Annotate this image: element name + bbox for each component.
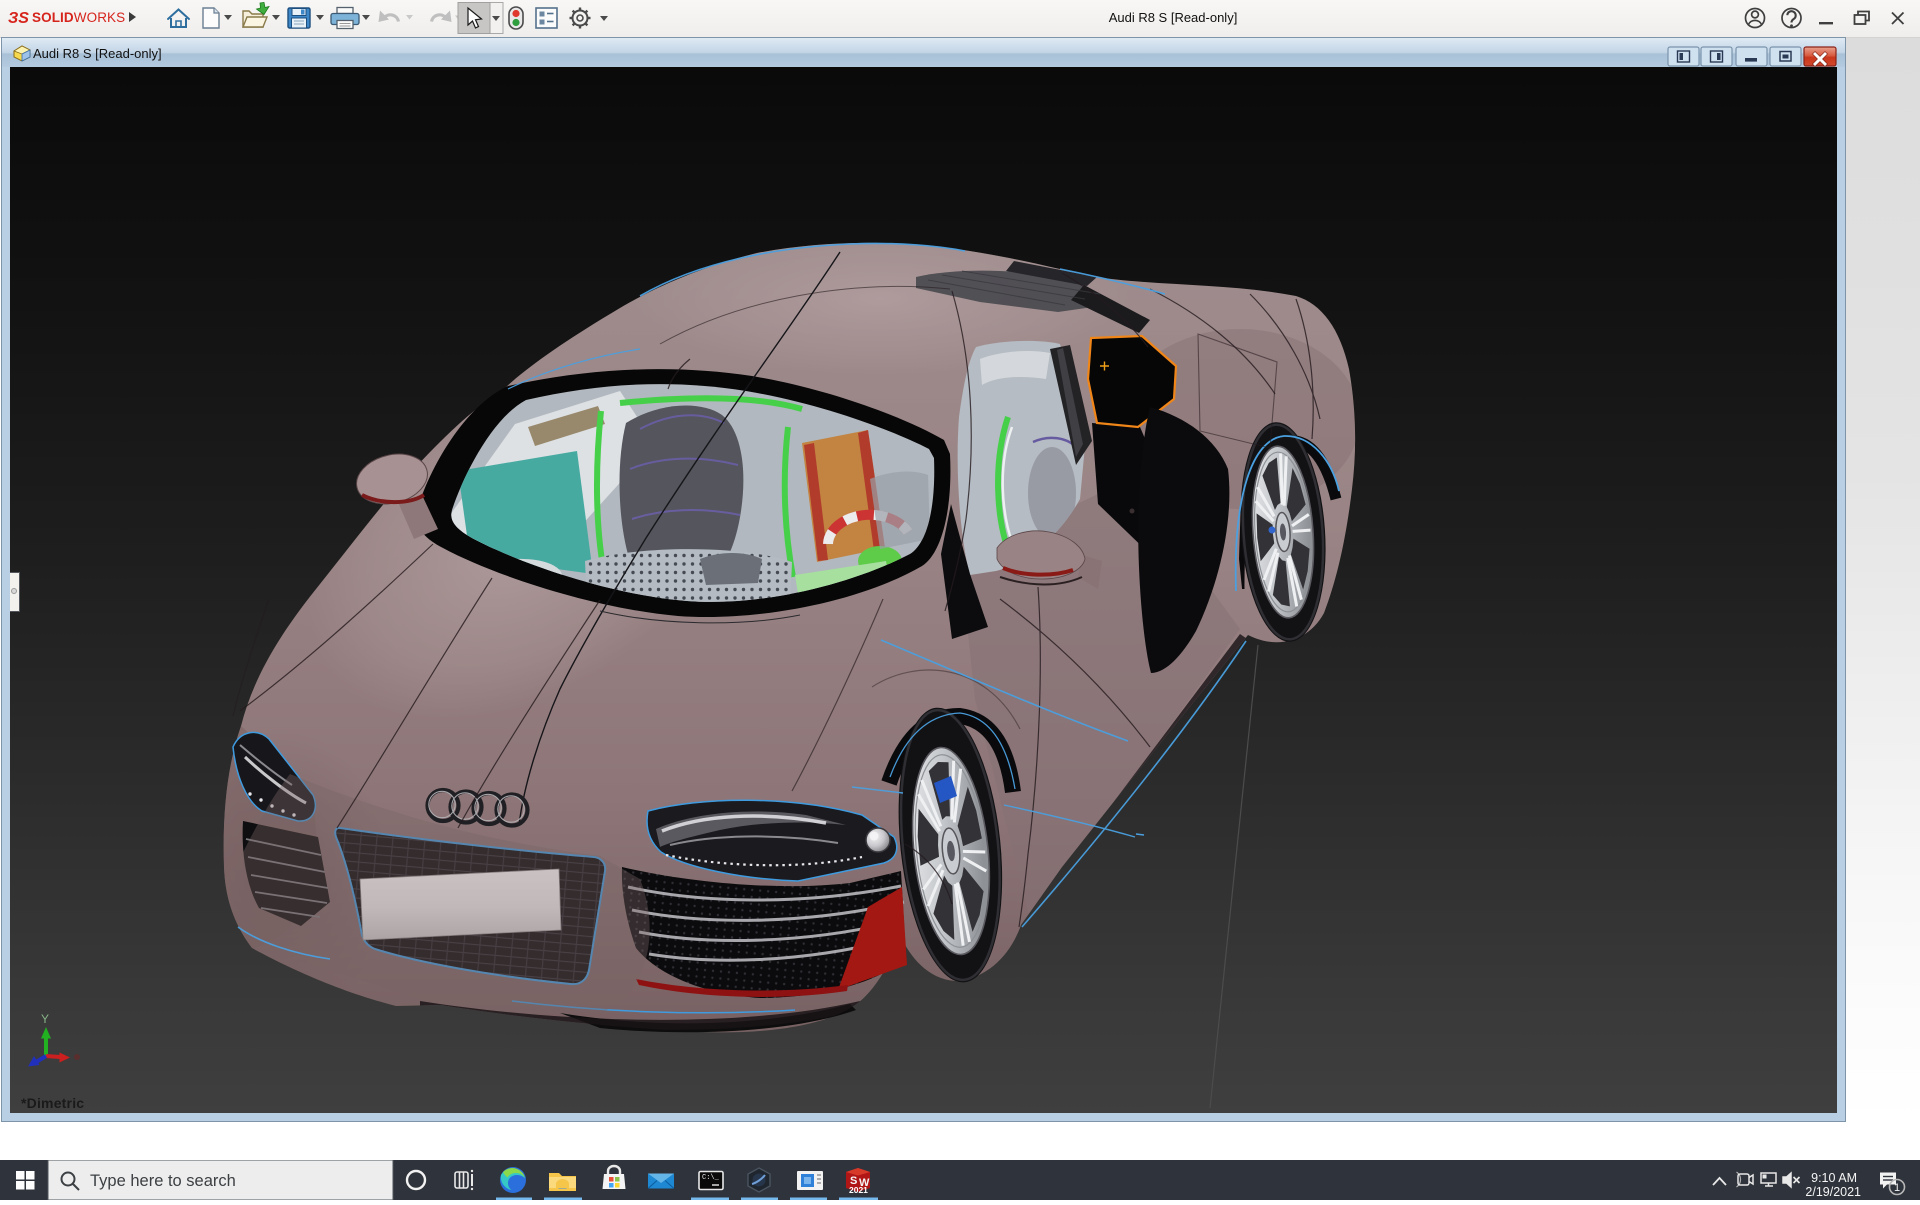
svg-text:Type here to search: Type here to search bbox=[90, 1172, 236, 1190]
svg-text:9:10 AM: 9:10 AM bbox=[1811, 1171, 1857, 1185]
svg-text:Audi R8 S [Read-only]: Audi R8 S [Read-only] bbox=[1109, 10, 1238, 25]
svg-text:2021: 2021 bbox=[849, 1185, 868, 1195]
svg-text:ЗS: ЗS bbox=[8, 10, 29, 27]
svg-text:Y: Y bbox=[41, 1012, 49, 1026]
svg-text:1: 1 bbox=[1894, 1182, 1900, 1194]
svg-text:C:\_: C:\_ bbox=[702, 1174, 720, 1182]
svg-text:2/19/2021: 2/19/2021 bbox=[1805, 1185, 1861, 1199]
svg-text:SOLIDWORKS: SOLIDWORKS bbox=[32, 10, 125, 25]
